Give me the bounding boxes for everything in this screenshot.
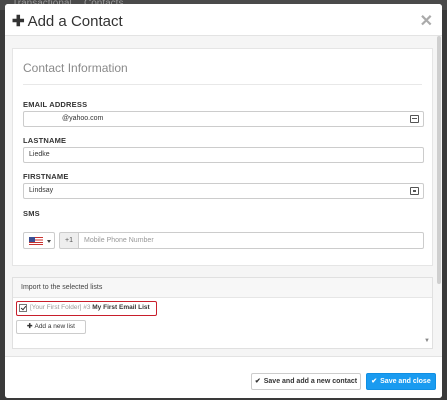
sms-label: SMS <box>23 209 40 218</box>
add-contact-modal: ✚ Add a Contact ✕ Contact Information EMA… <box>5 4 442 398</box>
modal-footer: ✔ Save and add a new contact ✔ Save and cl… <box>5 356 442 398</box>
section-divider <box>23 84 422 85</box>
email-label: EMAIL ADDRESS <box>23 100 88 109</box>
list-folder-label: [Your First Folder] #3 <box>30 304 91 311</box>
save-close-label: Save and close <box>380 378 431 385</box>
list-checkbox[interactable] <box>19 304 27 312</box>
modal-title: ✚ Add a Contact <box>12 12 123 30</box>
firstname-field[interactable]: Lindsay <box>23 183 424 199</box>
check-icon: ✔ <box>371 378 378 385</box>
close-icon[interactable]: ✕ <box>420 11 433 31</box>
save-and-add-new-button[interactable]: ✔ Save and add a new contact <box>251 373 361 390</box>
sms-field: +1 Mobile Phone Number <box>23 232 424 249</box>
email-field[interactable]: @yahoo.com <box>23 111 424 127</box>
modal-scrollbar[interactable] <box>437 36 441 284</box>
add-list-button[interactable]: ✚ Add a new list <box>16 320 86 334</box>
country-select[interactable] <box>23 232 55 249</box>
scroll-down-icon[interactable]: ▼ <box>424 338 430 344</box>
card-icon <box>410 115 419 123</box>
lastname-value: Liedke <box>29 151 50 158</box>
lastname-label: LASTNAME <box>23 136 67 145</box>
chevron-down-icon <box>47 240 51 243</box>
lists-panel: Import to the selected lists [Your First… <box>12 277 433 349</box>
us-flag-icon <box>29 237 43 245</box>
firstname-label: FIRSTNAME <box>23 172 69 181</box>
phone-input[interactable]: Mobile Phone Number <box>78 232 424 249</box>
modal-title-text: Add a Contact <box>27 13 123 30</box>
plus-icon: ✚ <box>27 323 33 330</box>
section-title: Contact Information <box>23 61 128 75</box>
lastname-field[interactable]: Liedke <box>23 147 424 163</box>
contact-info-card: Contact Information EMAIL ADDRESS @yahoo… <box>12 48 433 266</box>
modal-body: Contact Information EMAIL ADDRESS @yahoo… <box>5 36 442 356</box>
modal-header: ✚ Add a Contact ✕ <box>5 4 442 36</box>
plus-icon: ✚ <box>12 13 25 30</box>
check-icon: ✔ <box>254 378 261 385</box>
firstname-value: Lindsay <box>29 187 54 194</box>
list-name: My First Email List <box>92 304 150 311</box>
save-and-close-button[interactable]: ✔ Save and close <box>366 373 436 390</box>
lists-header: Import to the selected lists <box>13 278 432 298</box>
dial-code: +1 <box>59 232 79 249</box>
list-item-text: [Your First Folder] #3 My First Email Li… <box>30 304 150 311</box>
save-add-new-label: Save and add a new contact <box>263 378 358 385</box>
id-card-icon <box>410 187 419 195</box>
email-value: @yahoo.com <box>62 115 104 122</box>
list-item[interactable]: [Your First Folder] #3 My First Email Li… <box>16 301 157 316</box>
add-list-label: Add a new list <box>34 323 75 330</box>
